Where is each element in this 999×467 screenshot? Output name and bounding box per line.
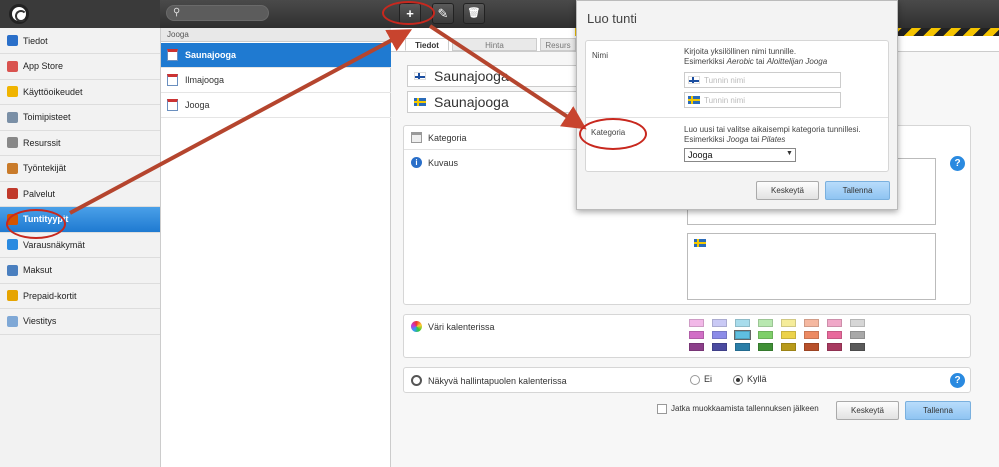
annotation-circle xyxy=(6,209,66,239)
annotation-circle xyxy=(579,118,647,150)
annotation-circle xyxy=(382,1,435,25)
arrow-to-kategoria xyxy=(428,24,587,130)
annotation-arrows xyxy=(69,24,587,215)
arrow-to-add-button xyxy=(69,29,413,215)
